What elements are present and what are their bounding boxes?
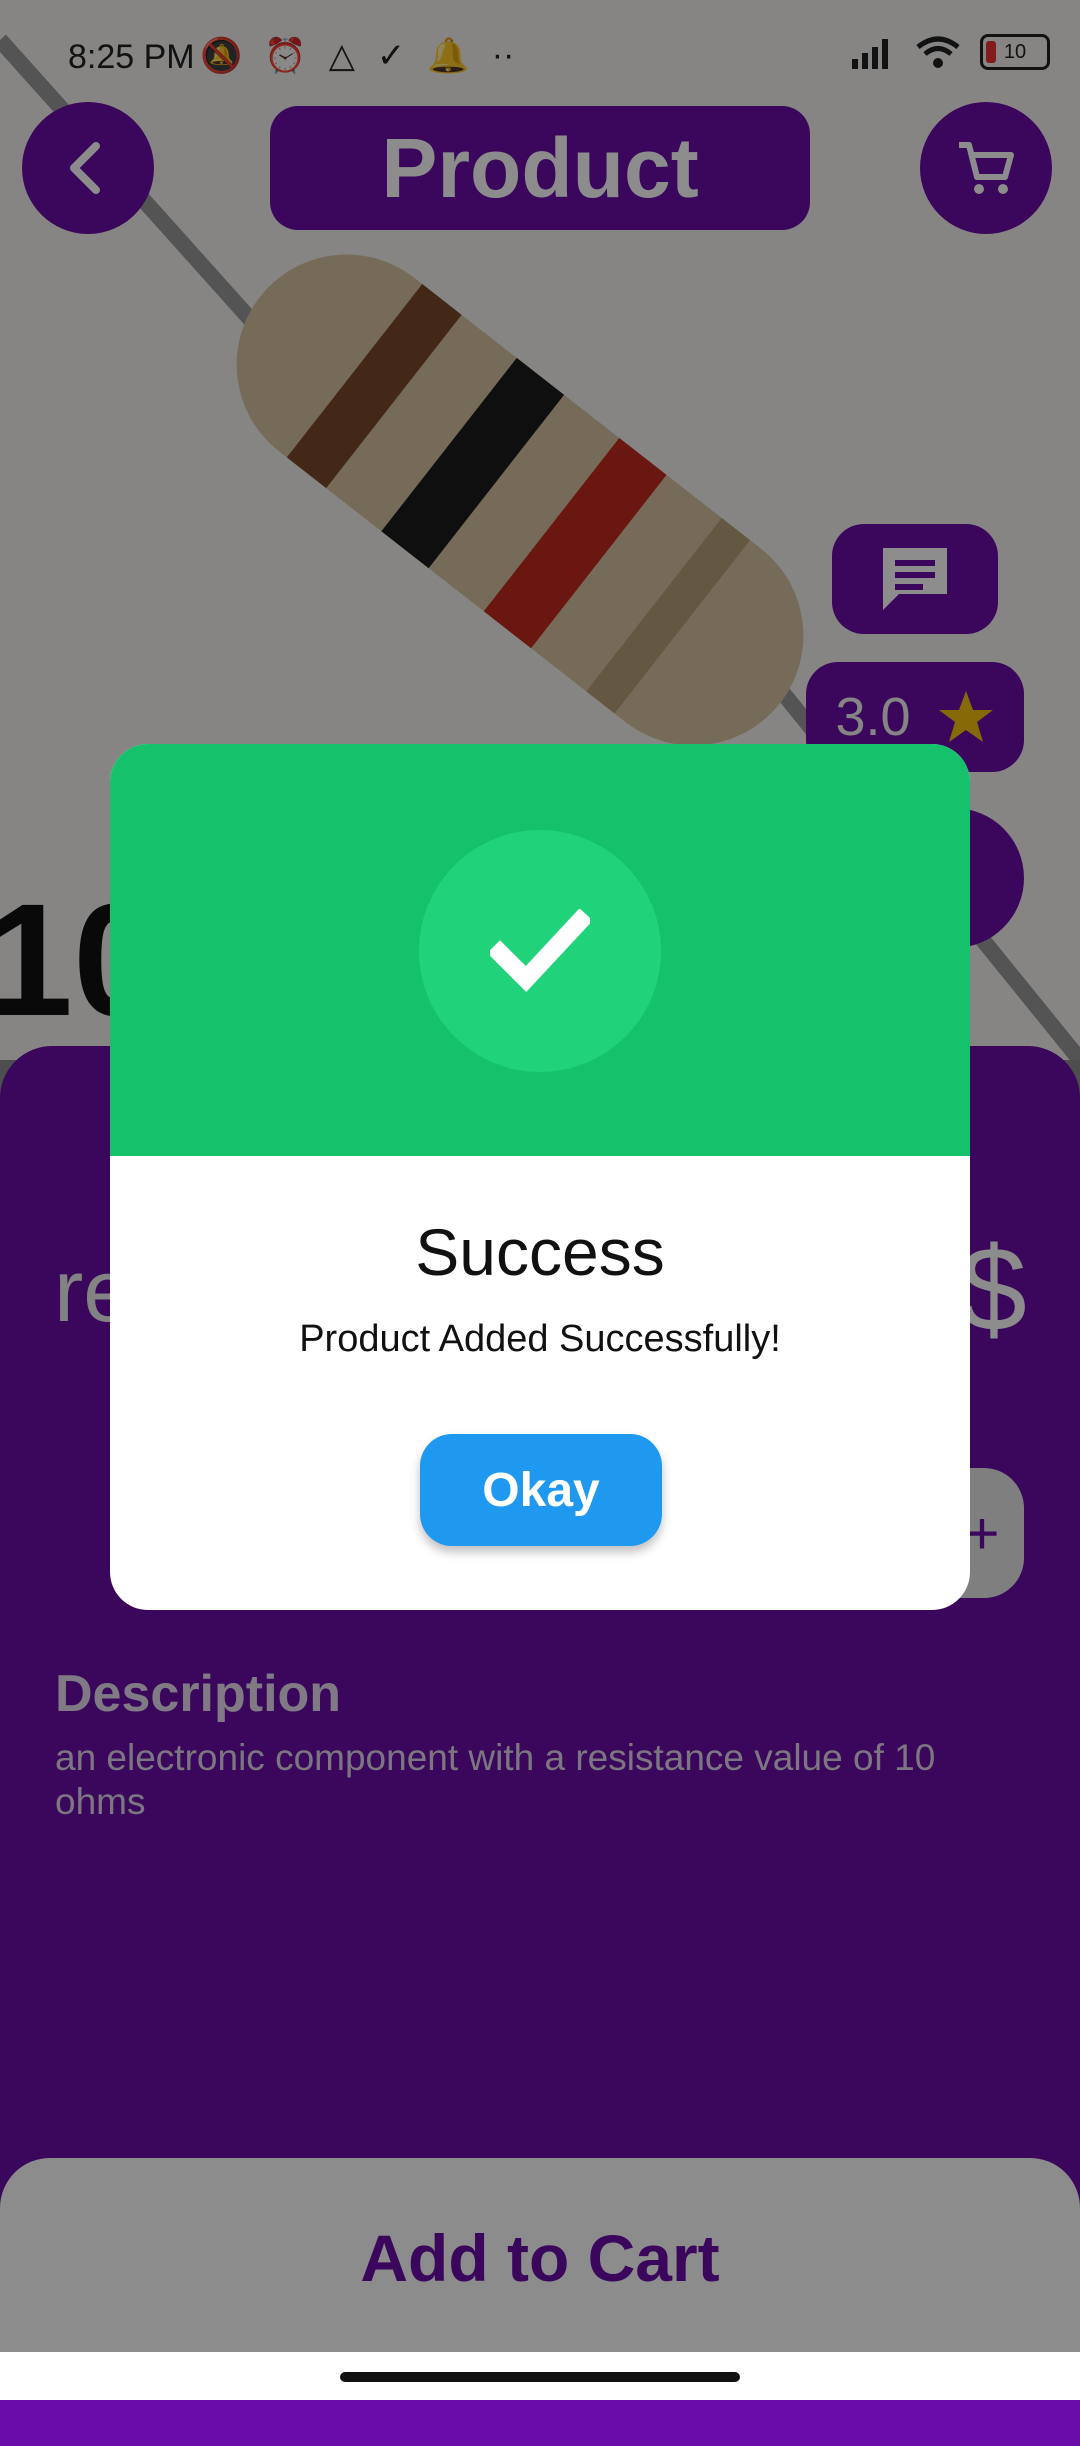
home-indicator[interactable] (340, 2372, 740, 2382)
dialog-header (110, 744, 970, 1156)
success-dialog: Success Product Added Successfully! Okay (110, 744, 970, 1610)
dialog-message: Product Added Successfully! (299, 1318, 781, 1360)
okay-button[interactable]: Okay (420, 1434, 662, 1546)
dialog-title: Success (415, 1215, 665, 1289)
check-icon (490, 909, 590, 992)
success-icon-circle (419, 830, 661, 1072)
